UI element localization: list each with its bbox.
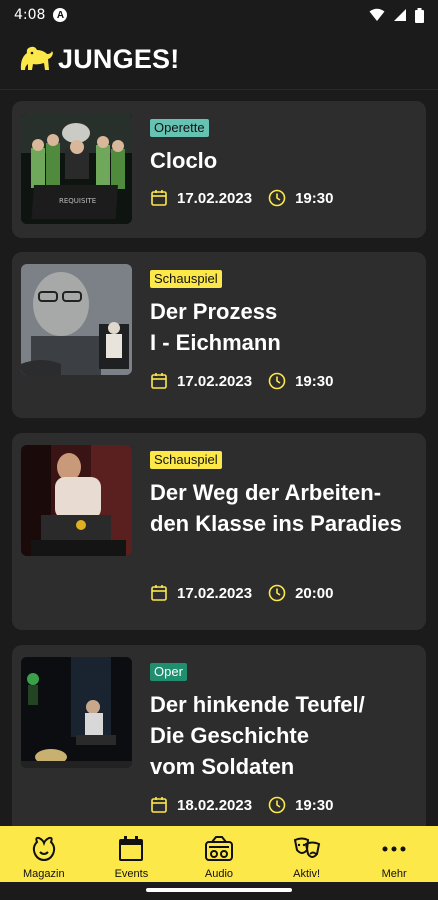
category-badge: Schauspiel xyxy=(150,270,222,288)
more-dots-icon xyxy=(382,846,406,852)
event-title-line: Der Prozess xyxy=(150,299,278,324)
event-card[interactable]: Schauspiel Der Prozess I - Eichmann 17.0… xyxy=(12,252,426,418)
event-title: Der Prozess I - Eichmann xyxy=(150,296,420,358)
calendar-icon xyxy=(151,373,167,389)
nav-item-audio[interactable]: Audio xyxy=(175,826,263,882)
event-thumbnail xyxy=(21,657,132,768)
radio-icon xyxy=(204,836,233,861)
event-date: 18.02.2023 xyxy=(177,796,253,814)
event-card[interactable]: Oper Der hinkende Teufel/ Die Geschichte… xyxy=(12,645,426,826)
category-badge: Schauspiel xyxy=(150,451,222,469)
event-title: Cloclo xyxy=(150,145,420,176)
event-title-line: Cloclo xyxy=(150,148,218,173)
calendar-icon xyxy=(151,797,167,813)
event-title-line: Der Weg der Arbeiten- xyxy=(150,480,382,505)
event-date: 17.02.2023 xyxy=(177,584,253,602)
event-title-line: I - Eichmann xyxy=(150,330,281,355)
event-title-line: vom Soldaten xyxy=(150,754,295,779)
nav-label: Magazin xyxy=(23,868,65,880)
event-date: 17.02.2023 xyxy=(177,372,253,390)
event-time: 19:30 xyxy=(295,189,334,207)
nav-item-magazin[interactable]: Magazin xyxy=(0,826,88,882)
nav-label: Mehr xyxy=(381,868,407,880)
clock-icon xyxy=(268,584,286,602)
battery-icon xyxy=(415,7,424,23)
svg-text:REQUISITE: REQUISITE xyxy=(59,197,96,205)
app-header: JUNGES! xyxy=(0,30,438,90)
event-title-line: Die Geschichte xyxy=(150,723,309,748)
magazin-icon xyxy=(32,836,55,862)
event-date: 17.02.2023 xyxy=(177,189,253,207)
event-meta: 17.02.2023 19:30 xyxy=(150,372,333,390)
notification-badge-icon: A xyxy=(53,8,68,22)
status-icons xyxy=(369,7,424,23)
nav-item-mehr[interactable]: Mehr xyxy=(350,826,438,882)
event-thumbnail xyxy=(21,264,132,375)
nav-label: Audio xyxy=(204,868,234,880)
event-card[interactable]: REQUISITE Operette Cloclo 17.02.2023 19:… xyxy=(12,101,426,238)
theater-masks-icon xyxy=(293,837,320,858)
event-thumbnail: REQUISITE xyxy=(21,113,132,224)
event-time: 19:30 xyxy=(295,372,334,390)
nav-item-events[interactable]: Events xyxy=(88,826,176,882)
calendar-icon xyxy=(151,585,167,601)
nav-label: Events xyxy=(114,868,149,880)
bottom-navigation: Magazin Events Audio Aktiv! Mehr xyxy=(0,826,438,882)
calendar-icon xyxy=(151,190,167,206)
event-meta: 17.02.2023 20:00 xyxy=(150,584,333,602)
event-time: 19:30 xyxy=(295,796,334,814)
wifi-icon xyxy=(369,8,385,21)
calendar-icon xyxy=(119,836,144,861)
clock-icon xyxy=(268,372,286,390)
lion-logo-icon xyxy=(20,46,53,70)
status-bar: 4:08 A xyxy=(0,0,438,30)
event-time: 20:00 xyxy=(295,584,334,602)
signal-icon xyxy=(394,9,406,21)
event-meta: 17.02.2023 19:30 xyxy=(150,189,333,207)
category-badge: Oper xyxy=(150,663,187,681)
event-thumbnail xyxy=(21,445,132,556)
event-title: Der hinkende Teufel/ Die Geschichte vom … xyxy=(150,689,420,782)
event-title-line: Der hinkende Teufel/ xyxy=(150,692,365,717)
event-meta: 18.02.2023 19:30 xyxy=(150,796,333,814)
event-list[interactable]: REQUISITE Operette Cloclo 17.02.2023 19:… xyxy=(0,90,438,826)
page-title: JUNGES! xyxy=(58,44,180,74)
event-title: Der Weg der Arbeiten- den Klasse ins Par… xyxy=(150,477,420,539)
event-title-line: den Klasse ins Paradies xyxy=(150,511,402,536)
nav-item-aktiv[interactable]: Aktiv! xyxy=(263,826,351,882)
nav-label: Aktiv! xyxy=(293,868,321,880)
event-card[interactable]: Schauspiel Der Weg der Arbeiten- den Kla… xyxy=(12,433,426,630)
clock-icon xyxy=(268,189,286,207)
gesture-handle[interactable] xyxy=(146,888,292,892)
status-time: 4:08 xyxy=(14,7,46,23)
clock-icon xyxy=(268,796,286,814)
category-badge: Operette xyxy=(150,119,209,137)
